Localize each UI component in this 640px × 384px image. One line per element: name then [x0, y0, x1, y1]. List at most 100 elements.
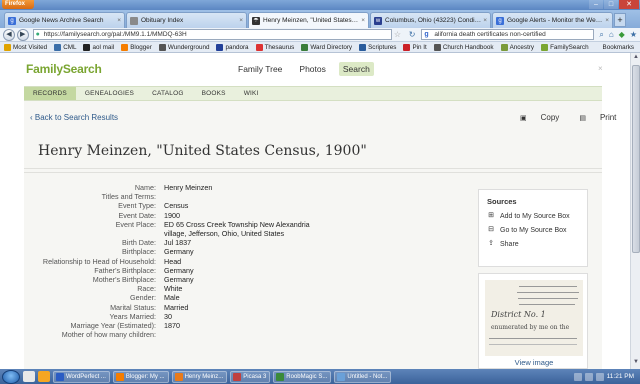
fact-value: ED 65 Cross Creek Township New Alexandri…: [164, 219, 310, 239]
firefox-menu-button[interactable]: Firefox: [2, 0, 34, 9]
bookmarks-icon[interactable]: ★: [630, 30, 637, 39]
directory-icon: [301, 43, 309, 51]
maximize-button[interactable]: □: [604, 0, 618, 9]
bookmark-item[interactable]: Church Handbook: [433, 43, 494, 51]
tray-icon[interactable]: [573, 372, 582, 381]
print-icon: ▤: [579, 114, 586, 122]
tray-icon[interactable]: [584, 372, 593, 381]
tab-close-icon[interactable]: ×: [361, 17, 365, 24]
bookmark-item[interactable]: Thesaurus: [255, 43, 294, 51]
tab-close-icon[interactable]: ×: [239, 17, 243, 24]
taskbar-button[interactable]: Picasa 3: [230, 370, 271, 383]
minimize-button[interactable]: –: [589, 0, 603, 9]
browser-tab[interactable]: wColumbus, Ohio (43223) Conditions ...×: [370, 12, 491, 28]
subnav-tab[interactable]: GENEALOGIES: [76, 87, 143, 100]
taskbar-button[interactable]: Blogger: My ...: [112, 370, 169, 383]
app-icon: [233, 372, 242, 381]
clock[interactable]: 11:21 PM: [607, 373, 634, 380]
bookmark-item[interactable]: Pin It: [403, 43, 427, 51]
source-action[interactable]: ⇪ Share: [487, 240, 587, 248]
home-icon[interactable]: ⌂: [609, 30, 614, 39]
start-button[interactable]: [2, 369, 20, 384]
browser-tab[interactable]: Obituary Index ×: [126, 12, 247, 28]
back-button[interactable]: ◀: [3, 28, 15, 41]
back-to-results-link[interactable]: ‹ Back to Search Results: [30, 113, 118, 122]
record-image-thumbnail[interactable]: District No. 1 enumerated by me on the V…: [478, 273, 588, 369]
taskbar-button[interactable]: WordPerfect ...: [53, 370, 110, 383]
bookmark-item[interactable]: Ward Directory: [301, 43, 352, 51]
census-image-preview[interactable]: District No. 1 enumerated by me on the: [485, 280, 583, 356]
windows-taskbar: WordPerfect ... Blogger: My ... Henry Mein…: [0, 369, 640, 384]
fact-value: Germany: [164, 247, 194, 257]
site-nav-item[interactable]: Photos: [295, 62, 329, 76]
bookmark-item[interactable]: Wunderground: [158, 43, 209, 51]
bookmark-label: pandora: [225, 43, 249, 51]
tab-close-icon[interactable]: ×: [605, 17, 609, 24]
magnifier-icon[interactable]: ⌕: [599, 30, 603, 40]
scroll-down-icon[interactable]: ▼: [632, 359, 640, 368]
source-action[interactable]: ⊞ Add to My Source Box: [487, 212, 587, 220]
site-nav-item[interactable]: Family Tree: [234, 62, 286, 76]
page-scrollbar[interactable]: ▲ ▼: [630, 53, 640, 369]
bookmark-item[interactable]: Blogger: [121, 43, 152, 51]
site-nav-item[interactable]: Search: [338, 62, 374, 76]
taskbar-button[interactable]: Untitled - Not...: [334, 370, 392, 383]
record-content: ‹ Back to Search Results ▣ Copy ▤ Print He…: [24, 101, 616, 369]
subnav-tab[interactable]: RECORDS: [24, 87, 76, 100]
taskbar-label: RoobMagic S...: [286, 373, 328, 380]
bookmark-item[interactable]: Most Visited: [4, 43, 47, 51]
bookmark-item[interactable]: Scriptures: [359, 43, 396, 51]
close-icon[interactable]: ×: [598, 64, 603, 73]
copy-icon: ▣: [520, 114, 527, 122]
fact-value: White: [164, 284, 183, 294]
taskbar-button[interactable]: Henry Meinz...: [171, 370, 228, 383]
bookmark-item[interactable]: FamilySearch: [541, 43, 589, 51]
addon-icon[interactable]: ◆: [619, 30, 625, 39]
sources-heading: Sources: [487, 197, 517, 206]
browser-tab[interactable]: gGoogle Alerts - Monitor the Web for ...…: [492, 12, 613, 28]
fact-label: Race:: [137, 284, 156, 294]
bookmark-star-icon[interactable]: ☆: [394, 30, 404, 39]
tab-label: Columbus, Ohio (43223) Conditions ...: [385, 17, 482, 24]
scrollbar-thumb[interactable]: [632, 65, 640, 253]
close-window-button[interactable]: ✕: [619, 0, 639, 9]
bookmarks-menu[interactable]: Bookmarks: [603, 42, 635, 52]
browser-tab[interactable]: ☂Henry Meinzen, "United States Cens...×: [248, 12, 369, 28]
fact-row: Event Date: 1900: [24, 211, 354, 220]
search-text: alifornia death certificates non-certifi…: [434, 31, 546, 38]
print-button[interactable]: ▤ Print: [569, 113, 616, 122]
fact-row: Marital Status: Married: [24, 303, 354, 312]
bookmark-item[interactable]: aol mail: [83, 43, 114, 51]
browser-tab[interactable]: g Google News Archive Search ×: [4, 12, 125, 28]
source-action[interactable]: ⊟ Go to My Source Box: [487, 226, 587, 234]
fact-value: Male: [164, 293, 180, 303]
source-box-icon: ⊟: [488, 226, 494, 233]
tray-icon[interactable]: [595, 372, 604, 381]
copy-button[interactable]: ▣ Copy: [510, 113, 559, 122]
window-titlebar: Firefox – □ ✕: [0, 0, 640, 10]
forward-button[interactable]: ▶: [16, 28, 29, 41]
subnav-tab[interactable]: BOOKS: [193, 87, 235, 100]
quicklaunch-icon[interactable]: [38, 371, 50, 382]
scroll-up-icon[interactable]: ▲: [632, 54, 640, 63]
taskbar-button[interactable]: RoobMagic S...: [273, 370, 332, 383]
familysearch-logo[interactable]: FamilySearch: [26, 62, 102, 76]
bookmark-item[interactable]: CML: [54, 43, 76, 51]
subnav-tab[interactable]: CATALOG: [143, 87, 193, 100]
thumb-line: [519, 304, 575, 305]
quicklaunch-icon[interactable]: [23, 371, 35, 382]
fact-row: Mother's Birthplace: Germany: [24, 275, 354, 284]
new-tab-button[interactable]: +: [614, 13, 626, 27]
fact-row: Birthplace: Germany: [24, 247, 354, 256]
reload-icon[interactable]: ↻: [409, 30, 416, 39]
subnav-tab[interactable]: WIKI: [235, 87, 268, 100]
tab-close-icon[interactable]: ×: [117, 17, 121, 24]
aol-icon: [83, 43, 91, 51]
tab-close-icon[interactable]: ×: [483, 17, 487, 24]
search-input[interactable]: g alifornia death certificates non-certi…: [421, 29, 595, 40]
url-bar[interactable]: ● https://familysearch.org/pal:/MM9.1.1/…: [32, 29, 392, 40]
view-image-link[interactable]: View image: [479, 358, 589, 367]
fact-label: Birthplace:: [122, 247, 156, 257]
bookmark-item[interactable]: pandora: [216, 43, 249, 51]
bookmark-item[interactable]: Ancestry: [500, 43, 534, 51]
